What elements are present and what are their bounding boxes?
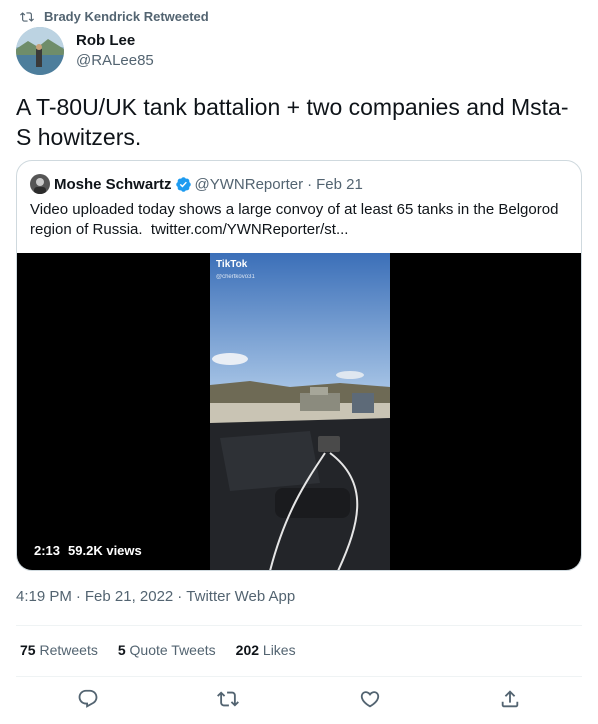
quoted-avatar[interactable] bbox=[30, 174, 50, 194]
tweet-source[interactable]: Twitter Web App bbox=[186, 588, 295, 605]
quotes-label: Quote Tweets bbox=[129, 642, 216, 658]
share-button[interactable] bbox=[499, 688, 521, 710]
likes-count: 202 bbox=[235, 642, 260, 658]
reply-button[interactable] bbox=[77, 688, 99, 710]
retweet-icon bbox=[20, 11, 34, 22]
likes-label: Likes bbox=[262, 642, 296, 658]
quoted-display-name: Moshe Schwartz bbox=[54, 175, 172, 193]
quoted-tweet-header: Moshe Schwartz @YWNReporter · Feb 21 bbox=[30, 174, 363, 194]
verified-badge-icon bbox=[175, 176, 191, 192]
tweet-actions bbox=[0, 688, 598, 712]
reply-icon bbox=[78, 689, 98, 708]
retweets-label: Retweets bbox=[39, 642, 98, 658]
video-info-badge: 2:13 59.2K views bbox=[34, 543, 142, 558]
quoted-text: Video uploaded today shows a large convo… bbox=[30, 200, 568, 240]
retweet-button[interactable] bbox=[217, 688, 239, 710]
tweet-text: A T-80U/UK tank battalion + two companie… bbox=[16, 94, 569, 150]
quoted-tweet[interactable]: Moshe Schwartz @YWNReporter · Feb 21 Vid… bbox=[16, 160, 582, 571]
tweet-author[interactable]: Rob Lee @RALee85 bbox=[16, 27, 154, 75]
quoted-date[interactable]: Feb 21 bbox=[316, 176, 363, 193]
tiktok-logo-text: TikTok bbox=[216, 259, 248, 270]
video-views: 59.2K views bbox=[68, 543, 142, 558]
retweet-icon bbox=[217, 691, 239, 707]
video-player[interactable]: TikTok @chertkovo31 2:13 59.2K views bbox=[17, 253, 581, 570]
video-duration: 2:13 bbox=[34, 543, 61, 558]
tweet-stats: 75 Retweets 5 Quote Tweets 202 Likes bbox=[20, 642, 296, 658]
video-thumbnail[interactable]: TikTok @chertkovo31 bbox=[210, 253, 390, 570]
quoted-link[interactable]: twitter.com/YWNReporter/st... bbox=[151, 221, 349, 238]
tiktok-watermark: TikTok @chertkovo31 bbox=[216, 259, 255, 283]
separator: · bbox=[75, 588, 81, 605]
author-display-name[interactable]: Rob Lee bbox=[76, 31, 154, 51]
likes-stat[interactable]: 202 Likes bbox=[236, 642, 296, 658]
tweet-time[interactable]: 4:19 PM bbox=[16, 588, 72, 605]
author-handle[interactable]: @RALee85 bbox=[76, 51, 154, 71]
retweets-count: 75 bbox=[20, 642, 36, 658]
retweet-context[interactable]: Brady Kendrick Retweeted bbox=[20, 9, 209, 24]
quote-tweets-stat[interactable]: 5 Quote Tweets bbox=[118, 642, 216, 658]
separator: · bbox=[177, 588, 183, 605]
retweet-context-text: Brady Kendrick Retweeted bbox=[44, 9, 209, 24]
tiktok-username: @chertkovo31 bbox=[216, 274, 255, 280]
divider bbox=[16, 676, 582, 677]
tweet-date[interactable]: Feb 21, 2022 bbox=[85, 588, 173, 605]
retweets-stat[interactable]: 75 Retweets bbox=[20, 642, 98, 658]
share-icon bbox=[501, 690, 519, 708]
like-icon bbox=[360, 691, 380, 708]
quoted-handle: @YWNReporter bbox=[194, 175, 304, 193]
avatar[interactable] bbox=[16, 27, 64, 75]
tweet-timestamp: 4:19 PM · Feb 21, 2022 · Twitter Web App bbox=[16, 588, 295, 605]
separator: · bbox=[307, 175, 313, 193]
divider bbox=[16, 625, 582, 626]
quotes-count: 5 bbox=[117, 642, 126, 658]
like-button[interactable] bbox=[359, 688, 381, 710]
